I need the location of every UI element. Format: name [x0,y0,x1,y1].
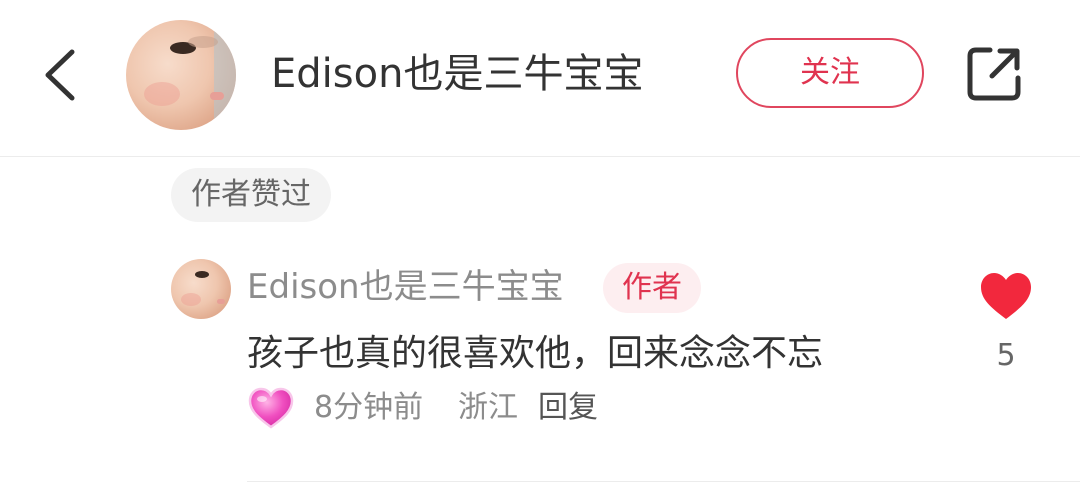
comment-time: 8分钟前 [314,390,424,425]
comment-location: 浙江 [458,390,518,425]
header-user-name[interactable]: Edison也是三牛宝宝 [271,46,643,102]
chevron-left-icon [45,49,75,101]
back-button[interactable] [36,40,92,110]
heart-icon [981,273,1031,319]
header-divider [0,156,1080,157]
like-count: 5 [996,338,1016,373]
follow-button[interactable]: 关注 [736,38,924,108]
comment-divider [247,481,1080,482]
comment-user-name[interactable]: Edison也是三牛宝宝 [247,264,564,310]
pink-heart-emoji-icon [248,387,294,429]
header-bar: Edison也是三牛宝宝 关注 [0,0,1080,156]
author-badge: 作者 [603,263,701,313]
share-external-icon [967,47,1021,101]
author-liked-tag: 作者赞过 [171,168,331,222]
share-button[interactable] [964,44,1024,104]
comment-page: Edison也是三牛宝宝 关注 作者赞过 Edison也是三牛宝宝 作者 孩子也… [0,0,1080,494]
comment-avatar[interactable] [171,259,231,319]
avatar[interactable] [126,20,236,130]
like-button[interactable] [978,270,1034,322]
comment-text[interactable]: 孩子也真的很喜欢他，回来念念不忘 [247,328,823,380]
reply-button[interactable]: 回复 [538,384,598,432]
